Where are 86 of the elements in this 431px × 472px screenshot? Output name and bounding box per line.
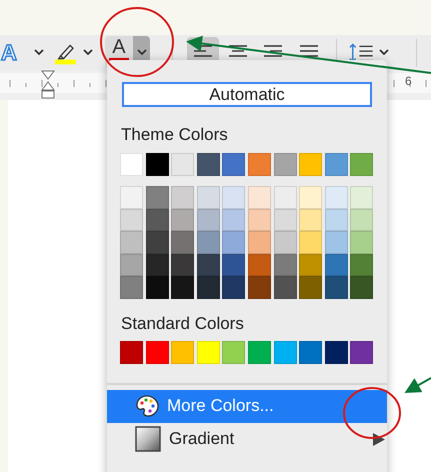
color-swatch[interactable] (222, 254, 246, 276)
ruler-number: 6 (405, 74, 412, 88)
automatic-button[interactable]: Automatic (122, 82, 372, 107)
color-swatch[interactable] (146, 254, 169, 276)
highlight-circle (343, 387, 401, 439)
color-swatch[interactable] (299, 186, 322, 209)
color-swatch[interactable] (222, 153, 246, 176)
pointer-arrow (404, 377, 431, 393)
color-swatch[interactable] (324, 208, 348, 232)
color-swatch[interactable] (171, 254, 194, 276)
color-swatch[interactable] (350, 208, 374, 232)
color-swatch[interactable] (171, 208, 194, 232)
color-swatch[interactable] (248, 208, 271, 232)
color-swatch[interactable] (196, 153, 220, 176)
color-swatch[interactable] (274, 208, 297, 232)
indent-marker-icon[interactable] (40, 70, 56, 100)
color-swatch[interactable] (222, 276, 246, 299)
color-swatch[interactable] (120, 208, 143, 232)
color-swatch[interactable] (222, 208, 246, 232)
color-swatch[interactable] (274, 153, 297, 176)
color-swatch[interactable] (196, 254, 220, 276)
color-swatch[interactable] (248, 153, 271, 176)
color-swatch[interactable] (350, 231, 374, 254)
color-swatch[interactable] (222, 186, 246, 209)
color-swatch[interactable] (299, 254, 322, 276)
section-label: Standard Colors (121, 314, 245, 334)
color-swatch[interactable] (324, 340, 348, 364)
color-swatch[interactable] (120, 231, 143, 254)
color-swatch[interactable] (196, 186, 220, 209)
color-swatch[interactable] (324, 153, 348, 176)
color-swatch[interactable] (196, 231, 220, 254)
color-swatch[interactable] (324, 276, 348, 299)
color-swatch[interactable] (324, 231, 348, 254)
color-swatch[interactable] (120, 276, 143, 299)
color-swatch[interactable] (350, 153, 374, 176)
submenu-arrow-icon (373, 432, 385, 446)
section-label: Theme Colors (121, 125, 229, 145)
color-swatch[interactable] (248, 231, 271, 254)
color-swatch[interactable] (171, 231, 194, 254)
color-swatch[interactable] (196, 276, 220, 299)
color-swatch[interactable] (171, 340, 194, 364)
color-swatch[interactable] (350, 186, 374, 209)
palette-icon (135, 394, 159, 418)
color-swatch[interactable] (146, 276, 169, 299)
color-swatch[interactable] (171, 186, 194, 209)
color-swatch[interactable] (299, 208, 322, 232)
color-swatch[interactable] (171, 153, 194, 176)
color-swatch[interactable] (299, 153, 322, 176)
color-swatch[interactable] (350, 340, 374, 364)
color-swatch[interactable] (299, 231, 322, 254)
chevron-icon[interactable] (34, 49, 44, 56)
color-swatch[interactable] (120, 153, 143, 176)
color-swatch[interactable] (350, 276, 374, 299)
chevron-icon (136, 49, 147, 56)
color-swatch[interactable] (222, 340, 246, 364)
color-swatch[interactable] (120, 340, 143, 364)
color-swatch[interactable] (299, 340, 322, 364)
gradient-icon (135, 426, 161, 452)
menu-item[interactable]: Gradient (107, 422, 387, 456)
color-swatch[interactable] (299, 276, 322, 299)
color-swatch[interactable] (146, 340, 169, 364)
color-swatch[interactable] (274, 186, 297, 209)
color-swatch[interactable] (171, 276, 194, 299)
color-swatch[interactable] (248, 186, 271, 209)
color-swatch[interactable] (248, 340, 271, 364)
color-swatch[interactable] (120, 254, 143, 276)
color-swatch[interactable] (248, 254, 271, 276)
color-swatch[interactable] (146, 231, 169, 254)
color-swatch[interactable] (274, 276, 297, 299)
chevron-icon[interactable] (83, 49, 94, 56)
color-swatch[interactable] (146, 208, 169, 232)
color-swatch[interactable] (324, 254, 348, 276)
color-swatch[interactable] (248, 276, 271, 299)
chevron-icon[interactable] (378, 49, 389, 56)
color-swatch[interactable] (196, 208, 220, 232)
color-swatch[interactable] (274, 231, 297, 254)
color-swatch[interactable] (274, 340, 297, 364)
color-swatch[interactable] (146, 153, 169, 176)
menu-item[interactable]: More Colors... (107, 390, 387, 423)
color-swatch[interactable] (146, 186, 169, 209)
color-swatch[interactable] (222, 231, 246, 254)
color-swatch[interactable] (120, 186, 143, 209)
color-swatch[interactable] (350, 254, 374, 276)
color-swatch[interactable] (274, 254, 297, 276)
color-swatch[interactable] (324, 186, 348, 209)
color-swatch[interactable] (196, 340, 220, 364)
